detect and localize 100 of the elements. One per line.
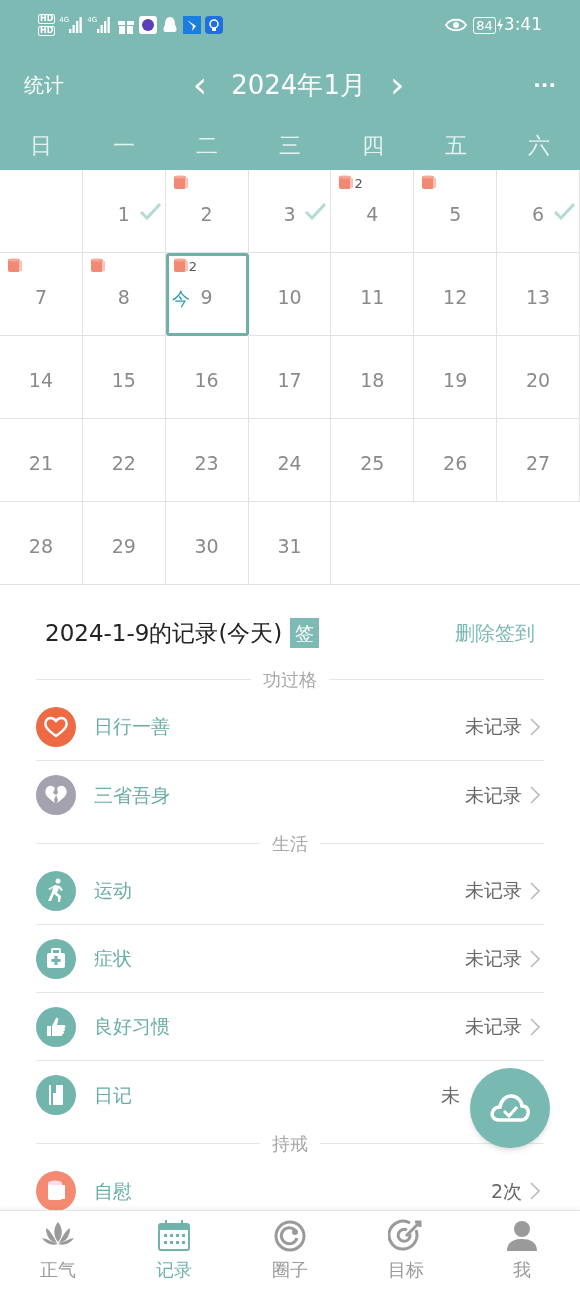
toilet-roll-icon [421, 174, 438, 190]
calendar-day[interactable]: 3 [248, 170, 332, 253]
day-number: 11 [360, 285, 385, 310]
calendar-icon [156, 1217, 192, 1254]
calendar-day[interactable]: 22 [82, 419, 166, 502]
day-number: 28 [28, 534, 53, 559]
day-number: 3 [283, 202, 296, 227]
weekday-label: 二 [196, 131, 219, 160]
calendar-day[interactable]: 23 [165, 419, 249, 502]
medical-kit-icon [36, 938, 76, 979]
cloud-sync-button[interactable] [470, 1068, 550, 1148]
nav-tab[interactable]: 目标 [348, 1211, 464, 1289]
row-label: 症状 [94, 946, 132, 972]
record-title: 2024-1-9的记录(今天) [45, 619, 283, 648]
thumbs-up-icon [36, 1006, 76, 1047]
day-number: 30 [194, 534, 219, 559]
calendar-day[interactable]: 11 [331, 253, 415, 336]
count-label: 2 [354, 177, 363, 190]
day-number: 25 [360, 451, 385, 476]
row-value: 未记录 [465, 878, 522, 904]
nav-tab[interactable]: 记录 [116, 1211, 232, 1289]
calendar-day[interactable]: 16 [165, 336, 249, 419]
book-icon [36, 1075, 76, 1115]
toilet-roll-icon [7, 257, 23, 273]
sign-badge: 签 [290, 618, 320, 648]
day-number: 26 [443, 451, 468, 476]
section-title: 持戒 [272, 1131, 308, 1156]
row-value: 未记录 [465, 714, 522, 740]
calendar-day[interactable]: 12 [414, 253, 498, 336]
more-button[interactable]: ··· [533, 70, 556, 100]
row-value: 2次 [490, 1178, 522, 1204]
day-number: 18 [360, 368, 385, 393]
clock: 3:41 [503, 13, 542, 37]
lightbulb-icon [205, 16, 224, 34]
statistics-button[interactable]: 统计 [24, 70, 64, 100]
calendar-day[interactable]: 8 [82, 253, 166, 336]
calendar-day[interactable]: 7 [0, 253, 83, 336]
previous-month-button[interactable]: ‹ [192, 67, 208, 103]
day-number: 7 [34, 285, 47, 310]
calendar-day[interactable]: 13 [497, 253, 580, 336]
calendar-day[interactable]: 18 [331, 336, 415, 419]
section-title: 生活 [272, 831, 308, 856]
calendar-day[interactable]: 26 [414, 419, 498, 502]
calendar-day[interactable]: 10 [248, 253, 332, 336]
calendar-day[interactable]: 27 [497, 419, 580, 502]
check-icon [304, 202, 327, 220]
calendar-day[interactable]: 5 [414, 170, 498, 253]
row-label: 运动 [94, 878, 132, 904]
calendar-day[interactable]: 6 [497, 170, 580, 253]
target-icon [388, 1217, 424, 1254]
calendar-day[interactable]: 15 [82, 336, 166, 419]
signal-icon [97, 17, 112, 33]
nav-tab[interactable]: 正气 [0, 1211, 116, 1289]
app-icon [139, 16, 158, 34]
day-number: 4 [366, 202, 379, 227]
day-number: 24 [277, 451, 302, 476]
charging-icon [495, 18, 504, 32]
toilet-roll-icon [172, 257, 189, 273]
day-number: 19 [443, 368, 468, 393]
next-month-button[interactable]: › [389, 67, 405, 103]
calendar-day[interactable]: 21 [0, 419, 83, 502]
eye-icon [445, 18, 468, 32]
battery-level: 84 [473, 16, 496, 34]
toilet-roll-icon [338, 174, 355, 190]
row-label: 三省吾身 [94, 782, 170, 808]
calendar-day[interactable]: 1 [82, 170, 166, 253]
calendar-day[interactable]: 2 今 9 [165, 253, 249, 336]
weekday-label: 一 [113, 131, 136, 160]
calendar-day[interactable]: 19 [414, 336, 498, 419]
toilet-roll-icon [89, 257, 106, 273]
calendar-day[interactable]: 28 [0, 502, 83, 585]
row-label: 日记 [94, 1082, 132, 1108]
chevron-icon [530, 1182, 540, 1200]
calendar-day[interactable]: 2 [165, 170, 249, 253]
weekday-label: 三 [279, 131, 301, 160]
day-number: 1 [117, 202, 130, 227]
day-number: 29 [111, 534, 136, 559]
calendar-day[interactable]: 30 [165, 502, 249, 585]
calendar-day[interactable]: 24 [248, 419, 332, 502]
chevron-icon [530, 717, 540, 736]
calendar-day[interactable]: 2 4 [331, 170, 415, 253]
row-label: 自慰 [94, 1178, 132, 1204]
day-number: 27 [525, 451, 551, 476]
row-value: 未记录 [465, 782, 522, 808]
calendar-day[interactable]: 29 [82, 502, 166, 585]
nav-tab[interactable]: 我 [464, 1211, 580, 1289]
calendar-day[interactable]: 17 [248, 336, 332, 419]
calendar-day[interactable]: 20 [497, 336, 580, 419]
bird-icon [183, 16, 202, 34]
day-number: 10 [277, 285, 302, 310]
nav-tab[interactable]: 圈子 [232, 1211, 348, 1289]
delete-checkin-link[interactable]: 删除签到 [455, 615, 535, 651]
calendar-day[interactable]: 14 [0, 336, 83, 419]
day-number: 22 [111, 451, 136, 476]
row-value: 未记录 [465, 1014, 522, 1040]
day-number: 8 [117, 285, 130, 310]
section-title: 功过格 [263, 667, 317, 692]
calendar-day[interactable]: 25 [331, 419, 415, 502]
chevron-icon [530, 1017, 540, 1036]
calendar-day[interactable]: 31 [248, 502, 332, 585]
